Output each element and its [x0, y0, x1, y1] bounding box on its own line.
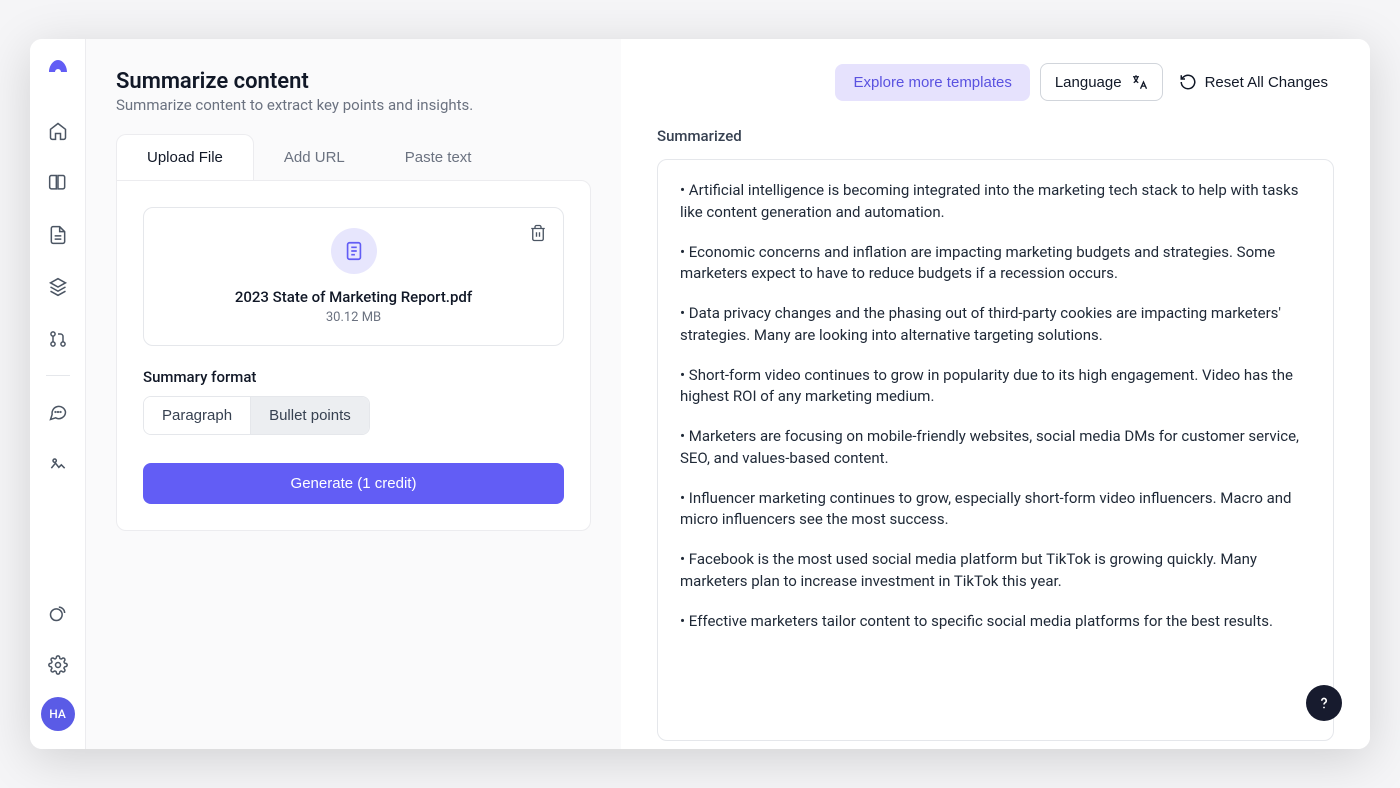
tab-paste-text[interactable]: Paste text [375, 134, 502, 180]
sidebar: HA [30, 39, 86, 749]
output-section: Summarized • Artificial intelligence is … [657, 127, 1334, 749]
summary-bullet: • Influencer marketing continues to grow… [680, 488, 1311, 532]
summary-bullet: • Effective marketers tailor content to … [680, 611, 1311, 633]
summary-format-label: Summary format [143, 368, 564, 386]
logo-icon [46, 57, 70, 81]
reset-label: Reset All Changes [1205, 74, 1328, 91]
file-size: 30.12 MB [164, 310, 543, 325]
layers-icon[interactable] [38, 267, 78, 307]
summary-bullet: • Facebook is the most used social media… [680, 549, 1311, 593]
topbar: Explore more templates Language Reset Al… [657, 63, 1334, 101]
output-title: Summarized [657, 127, 1334, 145]
book-icon[interactable] [38, 163, 78, 203]
circle-icon[interactable] [38, 593, 78, 633]
page-title: Summarize content [116, 69, 591, 94]
tab-add-url[interactable]: Add URL [254, 134, 375, 180]
summary-bullet: • Artificial intelligence is becoming in… [680, 180, 1311, 224]
summary-bullet: • Economic concerns and inflation are im… [680, 242, 1311, 286]
format-bullets-button[interactable]: Bullet points [250, 397, 369, 434]
language-button[interactable]: Language [1040, 63, 1163, 101]
summary-bullet: • Data privacy changes and the phasing o… [680, 303, 1311, 347]
summary-bullet: • Short-form video continues to grow in … [680, 365, 1311, 409]
file-type-icon [331, 228, 377, 274]
page-subtitle: Summarize content to extract key points … [116, 96, 591, 114]
uploaded-file-box: 2023 State of Marketing Report.pdf 30.12… [143, 207, 564, 346]
document-icon[interactable] [38, 215, 78, 255]
explore-templates-button[interactable]: Explore more templates [835, 64, 1029, 101]
file-name: 2023 State of Marketing Report.pdf [164, 288, 543, 306]
language-label: Language [1055, 74, 1122, 91]
app-frame: HA Summarize content Summarize content t… [30, 39, 1370, 749]
output-box[interactable]: • Artificial intelligence is becoming in… [657, 159, 1334, 741]
tab-upload-file[interactable]: Upload File [116, 134, 254, 180]
right-panel: Explore more templates Language Reset Al… [621, 39, 1370, 749]
format-paragraph-button[interactable]: Paragraph [144, 397, 250, 434]
translate-icon [1130, 73, 1148, 91]
home-icon[interactable] [38, 111, 78, 151]
reset-button[interactable]: Reset All Changes [1173, 63, 1334, 101]
format-segmented: Paragraph Bullet points [143, 396, 370, 435]
gear-icon[interactable] [38, 645, 78, 685]
generate-button[interactable]: Generate (1 credit) [143, 463, 564, 504]
sidebar-divider [46, 375, 70, 376]
delete-file-icon[interactable] [529, 224, 547, 246]
pull-request-icon[interactable] [38, 319, 78, 359]
question-icon [1315, 694, 1333, 712]
image-icon[interactable] [38, 444, 78, 484]
avatar[interactable]: HA [41, 697, 75, 731]
chat-icon[interactable] [38, 392, 78, 432]
summary-bullet: • Marketers are focusing on mobile-frien… [680, 426, 1311, 470]
help-fab[interactable] [1306, 685, 1342, 721]
left-panel: Summarize content Summarize content to e… [86, 39, 621, 749]
input-tabs: Upload File Add URL Paste text [116, 134, 591, 180]
reset-icon [1179, 73, 1197, 91]
upload-card: 2023 State of Marketing Report.pdf 30.12… [116, 180, 591, 531]
